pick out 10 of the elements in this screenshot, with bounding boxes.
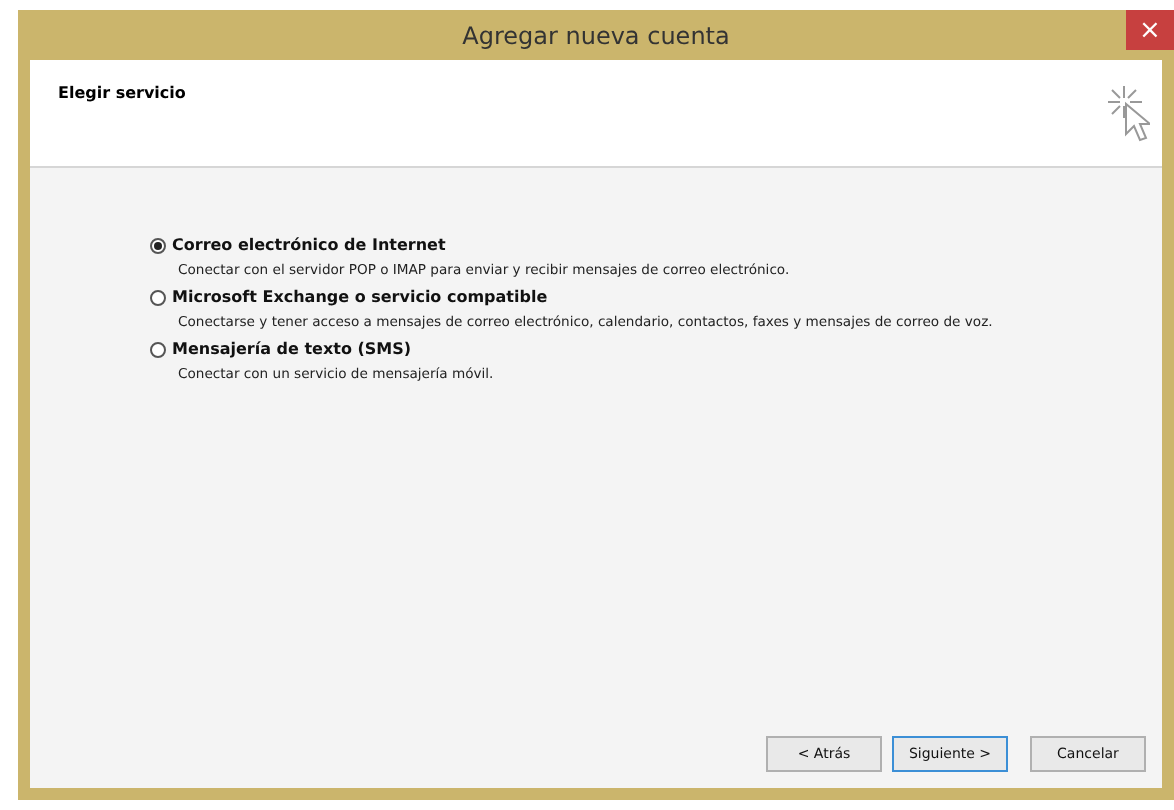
radio-button[interactable] xyxy=(150,237,166,253)
radio-button[interactable] xyxy=(150,341,166,357)
sparkle-cursor-icon xyxy=(1106,84,1150,144)
radio-option[interactable]: Mensajería de texto (SMS) xyxy=(150,340,1162,358)
radio-option[interactable]: Correo electrónico de Internet xyxy=(150,236,1162,254)
close-button[interactable]: × xyxy=(1126,10,1174,50)
radio-option[interactable]: Microsoft Exchange o servicio compatible xyxy=(150,288,1162,306)
radio-button[interactable] xyxy=(150,289,166,305)
window-title: Agregar nueva cuenta xyxy=(462,21,730,49)
section-title: Elegir servicio xyxy=(58,84,186,104)
